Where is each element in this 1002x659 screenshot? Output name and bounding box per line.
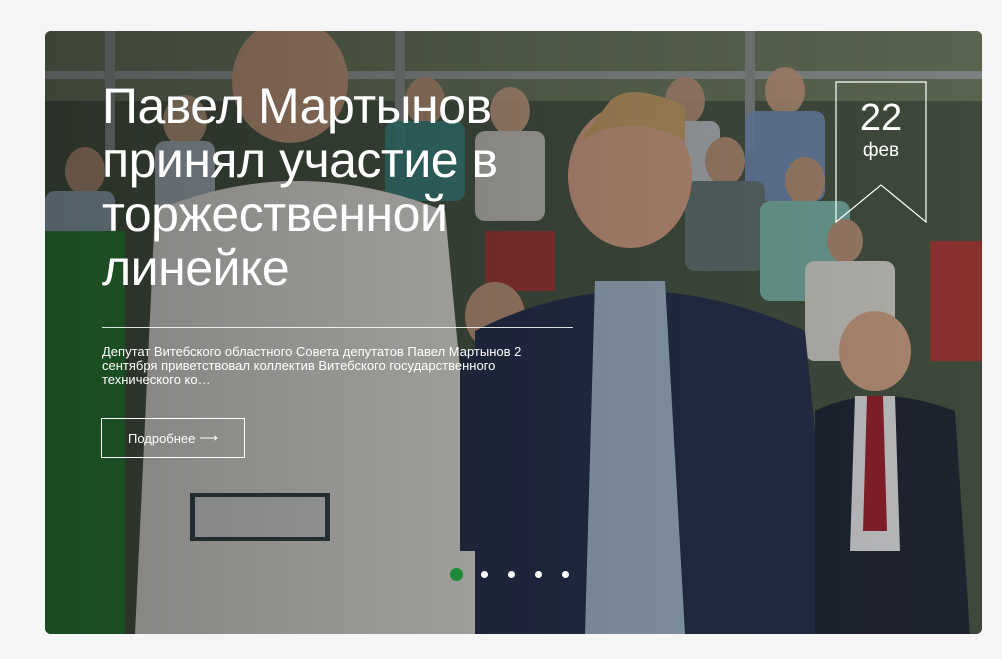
title-divider	[102, 327, 573, 328]
slide-title[interactable]: Павел Мартынов принял участие в торжеств…	[102, 79, 622, 295]
pagination-dot-2[interactable]	[481, 571, 488, 578]
pagination-dot-4[interactable]	[535, 571, 542, 578]
pagination-dot-1[interactable]	[450, 568, 463, 581]
date-month: фев	[862, 140, 900, 161]
slide-lead: Депутат Витебского областного Совета деп…	[102, 345, 522, 387]
pagination-dot-5[interactable]	[562, 571, 569, 578]
pagination-dot-3[interactable]	[508, 571, 515, 578]
arrow-right-icon: ⟶	[199, 430, 219, 445]
read-more-button[interactable]: Подробнее ⟶	[101, 418, 245, 458]
date-day: 22	[859, 97, 903, 139]
date-badge: 22 фев	[835, 81, 927, 223]
news-slider[interactable]: Павел Мартынов принял участие в торжеств…	[45, 31, 982, 634]
slider-pagination	[450, 568, 589, 581]
read-more-label: Подробнее	[127, 430, 196, 446]
